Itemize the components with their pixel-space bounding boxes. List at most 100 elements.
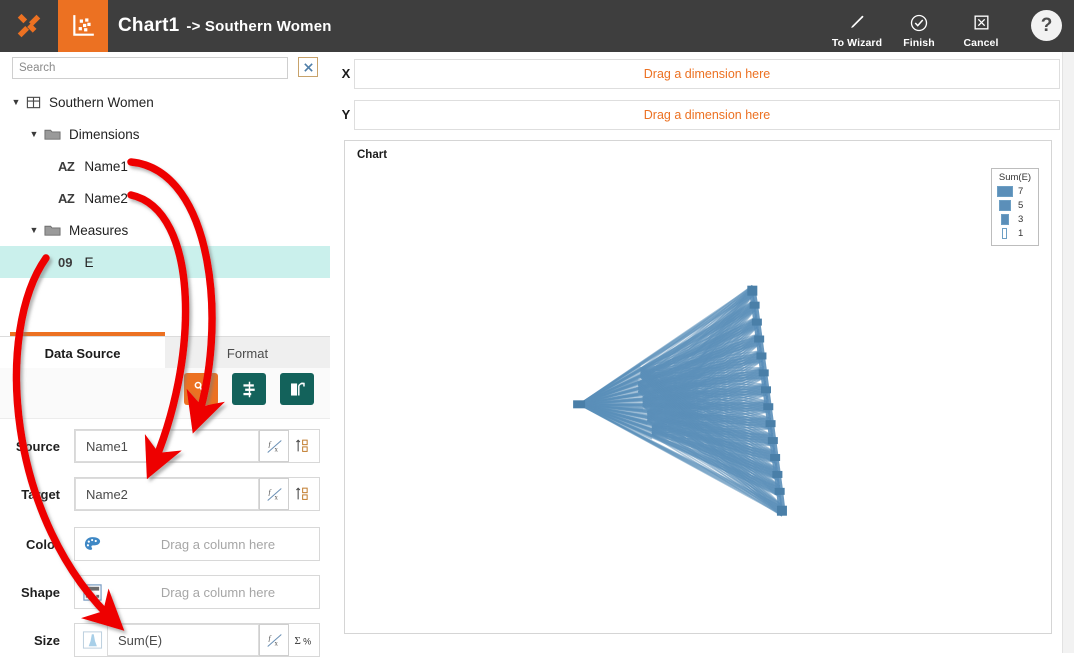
legend-swatch xyxy=(999,200,1011,211)
palette-icon xyxy=(77,528,107,560)
number-icon: 09 xyxy=(58,255,72,270)
chart-canvas[interactable]: Chart Sum(E) 7531 xyxy=(344,140,1052,634)
legend-title: Sum(E) xyxy=(996,172,1034,183)
svg-text:x: x xyxy=(274,446,278,453)
transpose-button[interactable] xyxy=(280,373,314,405)
tree-label: Southern Women xyxy=(49,95,154,110)
legend-value: 3 xyxy=(1018,214,1023,225)
shelf-shape-placeholder[interactable]: Drag a column here xyxy=(107,576,319,608)
shape-icon xyxy=(77,576,107,608)
formula-icon-button[interactable]: f x xyxy=(259,624,289,656)
svg-text:x: x xyxy=(274,640,278,647)
shelf-color-box[interactable]: Drag a column here xyxy=(74,527,320,561)
folder-icon xyxy=(44,223,61,237)
sort-icon xyxy=(295,485,313,503)
svg-text:%: % xyxy=(303,637,311,647)
legend-item: 1 xyxy=(996,227,1034,240)
network-icon xyxy=(192,380,211,399)
help-button[interactable]: ? xyxy=(1031,10,1062,41)
dropzone-x: X Drag a dimension here xyxy=(330,54,1074,93)
search-input[interactable] xyxy=(12,57,288,79)
search-row xyxy=(0,52,330,84)
shelf-source: Source Name1 f x xyxy=(0,422,330,470)
search-clear-button[interactable] xyxy=(298,57,318,77)
shelf-size-value[interactable]: Sum(E) xyxy=(107,624,259,656)
formula-icon-button[interactable]: f x xyxy=(259,478,289,510)
formula-icon-button[interactable]: f x xyxy=(259,430,289,462)
shelf-source-box[interactable]: Name1 f x xyxy=(74,429,320,463)
az-icon: AZ xyxy=(58,159,74,174)
tree-node-dimensions[interactable]: ▼ Dimensions xyxy=(0,118,330,150)
legend-swatch-holder xyxy=(996,200,1013,211)
chart-workspace: X Drag a dimension here Y Drag a dimensi… xyxy=(330,52,1074,653)
finish-button[interactable]: Finish xyxy=(888,0,950,56)
svg-text:x: x xyxy=(274,494,278,501)
tree-field-name2[interactable]: AZ Name2 xyxy=(0,182,330,214)
cancel-button[interactable]: Cancel xyxy=(950,0,1012,56)
tree-field-name1[interactable]: AZ Name1 xyxy=(0,150,330,182)
shelf-shape-box[interactable]: Drag a column here xyxy=(74,575,320,609)
svg-text:f: f xyxy=(268,487,271,496)
sort-icon xyxy=(295,437,313,455)
legend-item: 7 xyxy=(996,185,1034,198)
tab-format[interactable]: Format xyxy=(165,337,330,369)
chevron-down-icon[interactable]: ▼ xyxy=(10,96,22,108)
tab-label: Format xyxy=(227,346,268,361)
vertical-scrollbar[interactable] xyxy=(1062,52,1074,653)
tab-data-source[interactable]: Data Source xyxy=(0,337,165,369)
shelf-label: Source xyxy=(0,422,68,470)
dropzone-y-label: Y xyxy=(338,95,354,134)
shelf-target-box[interactable]: Name2 f x xyxy=(74,477,320,511)
legend-item: 5 xyxy=(996,199,1034,212)
sigma-percent-icon-button[interactable]: Σ % xyxy=(289,624,319,656)
legend-swatch-holder xyxy=(996,228,1013,239)
tree-node-measures[interactable]: ▼ Measures xyxy=(0,214,330,246)
help-icon: ? xyxy=(1041,15,1053,37)
legend-swatch xyxy=(1002,228,1007,239)
tree-field-e[interactable]: 09 E xyxy=(0,246,330,278)
sort-icon-button[interactable] xyxy=(289,430,319,462)
tab-label: Data Source xyxy=(45,346,121,361)
legend-swatch xyxy=(997,186,1013,197)
tree-label: Dimensions xyxy=(69,127,140,142)
chevron-down-icon[interactable]: ▼ xyxy=(28,224,40,236)
chevron-down-icon[interactable]: ▼ xyxy=(28,128,40,140)
chart-type-tab[interactable] xyxy=(58,0,108,52)
pencil-icon xyxy=(848,12,867,34)
legend-value: 7 xyxy=(1018,186,1023,197)
application-window: Chart1 -> Southern Women To Wizard xyxy=(0,0,1074,653)
align-icon xyxy=(240,380,259,399)
chart-name: Chart1 xyxy=(118,15,179,37)
shelf-label: Target xyxy=(0,470,68,518)
sort-icon-button[interactable] xyxy=(289,478,319,510)
shelf-size-box[interactable]: Sum(E) f x Σ % xyxy=(74,623,320,657)
data-source-panel: Source Name1 f x xyxy=(0,368,330,653)
shelf-label: Size xyxy=(0,616,68,664)
dropzone-y-box[interactable]: Drag a dimension here xyxy=(354,100,1060,130)
to-wizard-button[interactable]: To Wizard xyxy=(826,0,888,56)
sigma-percent-icon: Σ % xyxy=(294,631,314,649)
legend-swatch xyxy=(1001,214,1009,225)
shelf-target-value[interactable]: Name2 xyxy=(75,478,259,510)
formula-icon: f x xyxy=(266,486,283,503)
legend-items: 7 5 3 1 xyxy=(996,185,1034,240)
az-icon: AZ xyxy=(58,191,74,206)
dataset-name: -> Southern Women xyxy=(186,18,331,35)
shelf-color-placeholder[interactable]: Drag a column here xyxy=(107,528,319,560)
shelf-label: Shape xyxy=(0,568,68,616)
legend-swatch-holder xyxy=(996,186,1013,197)
dropzone-x-box[interactable]: Drag a dimension here xyxy=(354,59,1060,89)
network-graph xyxy=(345,141,1052,633)
tree-label: Name2 xyxy=(84,191,128,206)
dropzone-y-placeholder: Drag a dimension here xyxy=(644,108,770,122)
tree-node-southern-women[interactable]: ▼ Southern Women xyxy=(0,86,330,118)
chart-legend: Sum(E) 7 5 3 1 xyxy=(991,168,1039,246)
tree-label: E xyxy=(84,255,93,270)
svg-text:f: f xyxy=(268,439,271,448)
network-layout-button[interactable] xyxy=(184,373,218,405)
shelf-size: Size Sum(E) f x xyxy=(0,616,330,664)
align-button[interactable] xyxy=(232,373,266,405)
finish-label: Finish xyxy=(903,37,935,49)
app-logo-button[interactable] xyxy=(0,0,58,52)
shelf-source-value[interactable]: Name1 xyxy=(75,430,259,462)
